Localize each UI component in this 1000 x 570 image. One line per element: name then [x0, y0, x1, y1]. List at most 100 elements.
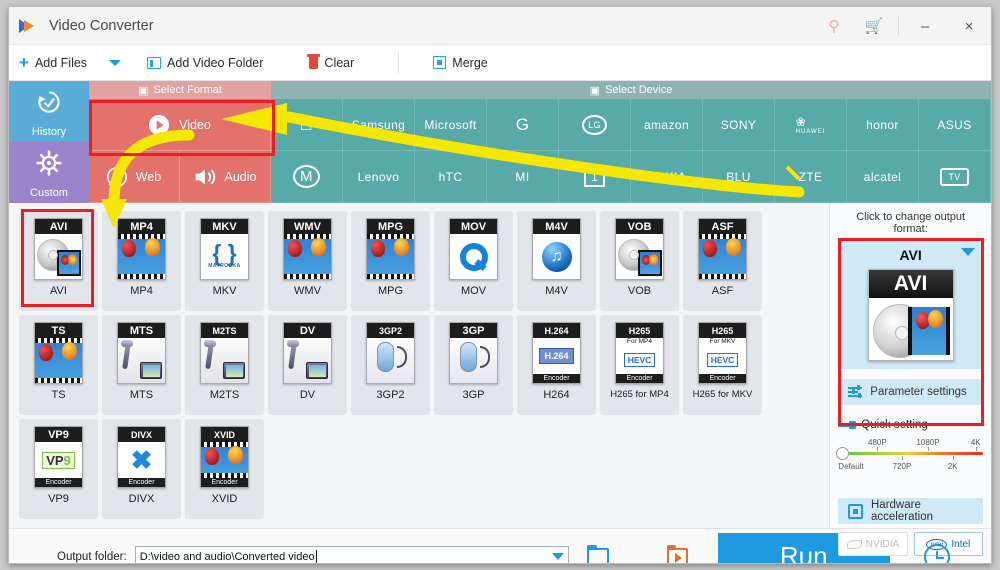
device-brand-mi[interactable]: MI — [487, 151, 559, 203]
alarm-clock-icon[interactable] — [923, 543, 950, 563]
chevron-down-icon[interactable] — [109, 59, 122, 66]
format-badge: VOB — [616, 219, 663, 234]
device-brand-nokia[interactable]: NOKIA — [631, 151, 703, 203]
chrome-icon — [106, 166, 127, 187]
play-circle-icon — [149, 114, 170, 135]
output-folder-input[interactable]: D:\video and audio\Converted video — [134, 546, 569, 563]
slider-handle[interactable] — [836, 447, 850, 460]
device-brand-label: M — [293, 165, 320, 188]
device-brand-honor[interactable]: honor — [847, 99, 919, 151]
avi-disc-art — [868, 298, 953, 360]
format-tile-mov[interactable]: MOV MOV — [434, 211, 513, 311]
add-video-folder-button[interactable]: Add Video Folder — [137, 45, 273, 81]
device-brand-label:  — [300, 114, 314, 135]
format-tile-xvid[interactable]: XVID Encoder XVID — [185, 419, 264, 519]
device-brand-label: Microsoft — [424, 117, 477, 132]
format-encoder-tag: Encoder — [35, 478, 82, 487]
device-brand-htc[interactable]: hTC — [415, 151, 487, 203]
key-icon[interactable]: ⚲ — [814, 7, 854, 45]
clear-button[interactable]: Clear — [299, 45, 364, 81]
format-icon: MKV{ } MATROSKA — [200, 218, 249, 280]
device-brand-blu[interactable]: BLU — [703, 151, 775, 203]
output-settings-panel: Click to change output format: AVI AVI P… — [829, 203, 991, 556]
device-brand-google[interactable]: G — [487, 99, 559, 151]
chevron-down-icon[interactable] — [551, 553, 564, 560]
output-format-thumbnail: AVI — [867, 269, 954, 361]
chevron-down-icon[interactable] — [961, 248, 975, 256]
format-badge: ASF — [699, 219, 746, 234]
format-tile-3gp[interactable]: 3GP 3GP — [434, 315, 513, 415]
device-brand-alcatel[interactable]: alcatel — [847, 151, 919, 203]
format-tile-ts[interactable]: TS TS — [19, 315, 98, 415]
format-icon: H265 For MKV HEVC Encoder — [698, 322, 747, 384]
add-files-button[interactable]: + Add Files — [9, 45, 97, 81]
format-tile-m2ts[interactable]: M2TS M2TS — [185, 315, 264, 415]
category-audio-label: Audio — [224, 169, 257, 184]
category-audio[interactable]: Audio — [180, 151, 271, 203]
device-brand-microsoft[interactable]: Microsoft — [415, 99, 487, 151]
format-tile-h265-for-mkv[interactable]: H265 For MKV HEVC Encoder H265 for MKV — [683, 315, 762, 415]
format-tile-h265-for-mp4[interactable]: H265 For MP4 HEVC Encoder H265 for MP4 — [600, 315, 679, 415]
output-format-hint: Click to change output format: — [856, 211, 966, 235]
device-brand-sony[interactable]: SONY — [703, 99, 775, 151]
format-label: VP9 — [48, 493, 69, 505]
format-tile-dv[interactable]: DV DV — [268, 315, 347, 415]
format-badge: WMV — [284, 219, 331, 234]
close-button[interactable]: × — [947, 7, 991, 45]
format-label: MTS — [129, 389, 154, 401]
device-brand-huawei[interactable]: ❀ HUAWEI — [775, 99, 847, 151]
device-brand-apple[interactable]:  — [271, 99, 343, 151]
device-brand-label: Lenovo — [357, 169, 400, 184]
slider-track[interactable] — [836, 447, 983, 460]
format-subtitle: For MKV — [699, 338, 746, 346]
format-tile-mts[interactable]: MTS MTS — [102, 315, 181, 415]
sliders-icon — [848, 385, 863, 398]
format-label: MP4 — [130, 285, 153, 297]
device-brand-oneplus[interactable]: 1 — [559, 151, 631, 203]
cart-icon[interactable]: 🛒 — [854, 7, 894, 45]
hardware-acceleration-button[interactable]: Hardware acceleration — [838, 498, 983, 524]
device-brand-label: NOKIA — [646, 169, 687, 184]
device-brand-samsung[interactable]: Samsung — [343, 99, 415, 151]
device-brand-amazon[interactable]: amazon — [631, 99, 703, 151]
format-tile-avi[interactable]: AVI AVI — [19, 211, 98, 311]
format-tile-mp4[interactable]: MP4 MP4 — [102, 211, 181, 311]
category-web[interactable]: Web — [89, 151, 180, 203]
minimize-button[interactable]: – — [903, 7, 947, 45]
format-icon: MPG — [366, 218, 415, 280]
quality-slider[interactable]: 480P 1080P 4K Default 720P 2K — [836, 438, 983, 486]
accelerator-nvidia[interactable]: NVIDIA — [838, 532, 908, 556]
format-tile-3gp2[interactable]: 3GP2 3GP2 — [351, 315, 430, 415]
format-tile-mpg[interactable]: MPG MPG — [351, 211, 430, 311]
sidebar-item-custom[interactable]: Custom — [9, 142, 89, 203]
sidebar-item-history[interactable]: History — [9, 81, 89, 142]
video-folder-icon[interactable] — [666, 545, 688, 563]
output-format-card[interactable]: AVI AVI — [838, 240, 983, 369]
device-brand-zte[interactable]: ZTE — [775, 151, 847, 203]
format-badge: MPG — [367, 219, 414, 234]
format-label: M2TS — [209, 389, 240, 401]
format-tile-mkv[interactable]: MKV{ } MATROSKA MKV — [185, 211, 264, 311]
merge-button[interactable]: Merge — [423, 45, 497, 81]
output-folder-label: Output folder: — [57, 550, 127, 563]
format-tile-h264[interactable]: H.264 H.264 Encoder H264 — [517, 315, 596, 415]
title-bar: Video Converter ⚲ 🛒 – × — [9, 7, 991, 45]
parameter-settings-button[interactable]: Parameter settings — [838, 379, 983, 405]
format-tile-vob[interactable]: VOB VOB — [600, 211, 679, 311]
category-video[interactable]: Video — [89, 99, 271, 151]
device-brand-motorola[interactable]: M — [271, 151, 343, 203]
format-subtitle: For MP4 — [616, 338, 663, 346]
add-video-folder-label: Add Video Folder — [167, 55, 264, 70]
merge-icon — [433, 56, 447, 69]
device-brand-lenovo[interactable]: Lenovo — [343, 151, 415, 203]
format-tile-divx[interactable]: DIVX ✖ Encoder DIVX — [102, 419, 181, 519]
open-folder-icon[interactable] — [586, 545, 609, 563]
quick-setting-label: Quick setting — [861, 419, 928, 431]
format-tile-asf[interactable]: ASF ASF — [683, 211, 762, 311]
device-brand-tv[interactable]: TV — [919, 151, 991, 203]
device-brand-asus[interactable]: ASUS — [919, 99, 991, 151]
format-tile-m4v[interactable]: M4V ♫ M4V — [517, 211, 596, 311]
device-brand-lg[interactable]: LG — [559, 99, 631, 151]
format-tile-wmv[interactable]: WMV WMV — [268, 211, 347, 311]
format-tile-vp9[interactable]: VP9 VP9 Encoder VP9 — [19, 419, 98, 519]
